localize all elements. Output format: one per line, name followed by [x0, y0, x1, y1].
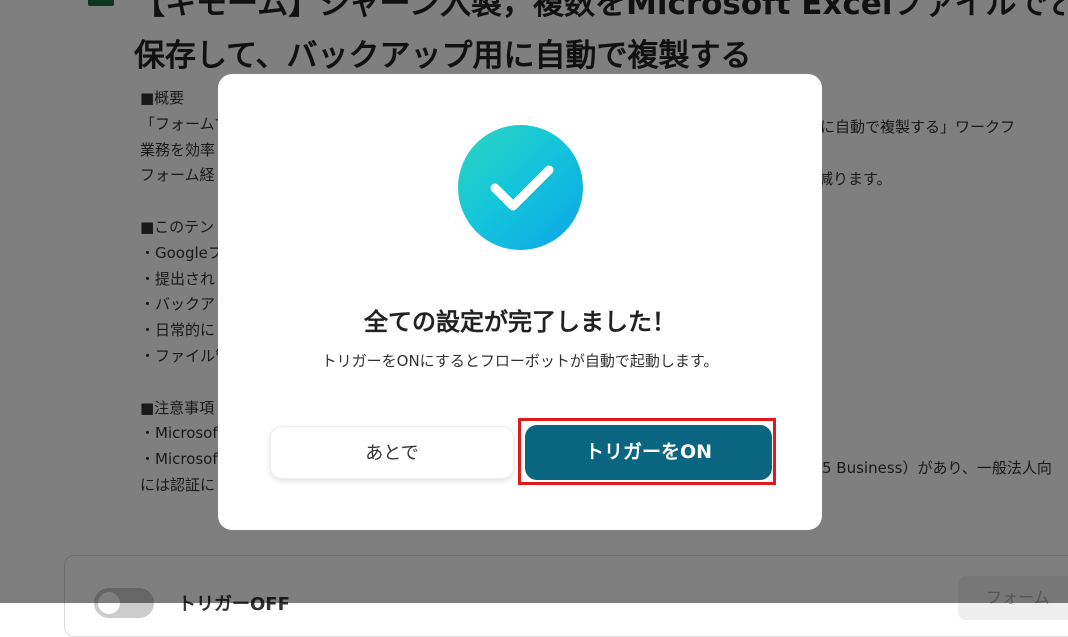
completion-dialog: 全ての設定が完了しました！ トリガーをONにするとフローボットが自動で起動します… — [218, 74, 822, 530]
trigger-on-button[interactable]: トリガーをON — [525, 425, 772, 480]
later-button[interactable]: あとで — [270, 426, 514, 479]
success-badge — [458, 125, 583, 250]
dialog-title: 全ての設定が完了しました！ — [364, 308, 676, 336]
check-icon — [490, 165, 554, 211]
dialog-subtitle: トリガーをONにするとフローボットが自動で起動します。 — [321, 352, 719, 370]
